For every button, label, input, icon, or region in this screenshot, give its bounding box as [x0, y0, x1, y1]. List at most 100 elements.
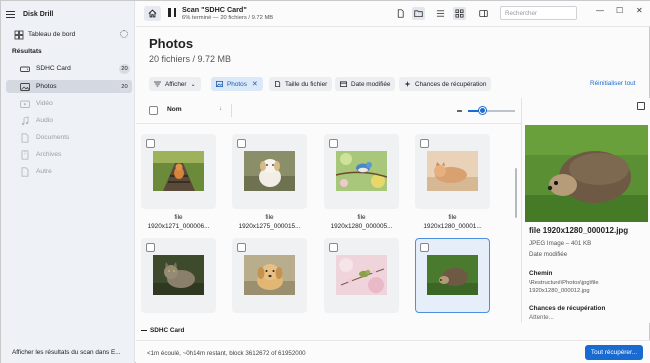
sort-down-icon[interactable]: ↓ [219, 106, 222, 112]
file-card[interactable]: file 1920x1280_00001... [415, 134, 490, 233]
cat-on-rails-thumbnail [153, 151, 204, 191]
page-title: Photos [149, 36, 194, 51]
sidebar-item-archives[interactable]: Archives [6, 148, 132, 161]
date-modified-filter[interactable]: Date modifiée [335, 77, 396, 91]
name-column-header[interactable]: Nom [167, 106, 182, 113]
sidebar-item-audio[interactable]: Audio [6, 114, 132, 127]
drive-group-label: SDHC Card [141, 327, 184, 334]
video-icon [20, 99, 30, 109]
sidebar-item-other[interactable]: Autre [6, 165, 132, 178]
zoom-out-icon[interactable] [457, 110, 462, 112]
sidebar-item-label: Audio [36, 117, 53, 124]
preview-file-type: JPEG Image – 401 KB [529, 240, 592, 247]
file-checkbox[interactable] [146, 139, 155, 148]
grid-view-button[interactable] [453, 7, 466, 20]
zoom-slider-thumb[interactable] [479, 107, 486, 114]
preview-pane-button[interactable] [477, 7, 490, 20]
file-checkbox[interactable] [329, 243, 338, 252]
pause-icon [168, 8, 171, 17]
reset-all-link[interactable]: Réinitialiser tout [590, 80, 635, 87]
file-card[interactable]: file 1920x1280_000005... [324, 134, 399, 233]
external-open-icon[interactable] [637, 102, 645, 110]
hedgehog-thumbnail [427, 255, 478, 295]
sidebar-item-label: Tableau de bord [28, 31, 76, 38]
drive-icon [20, 64, 30, 74]
file-card[interactable]: file 1920x1275_000015... [232, 134, 307, 233]
file-card[interactable]: file 1920x1271_000006... [141, 134, 216, 233]
file-checkbox[interactable] [237, 243, 246, 252]
scan-progress-text: 6% terminé — 20 fichiers / 9.72 MB [182, 15, 274, 21]
home-button[interactable] [144, 6, 161, 21]
pause-button[interactable] [168, 8, 176, 18]
chevron-down-icon: ⌄ [190, 81, 196, 88]
app-title: Disk Drill [23, 10, 54, 18]
panel-icon [479, 9, 488, 18]
sidebar-item-documents[interactable]: Documents [6, 131, 132, 144]
recovery-chances-filter[interactable]: Chances de récupération [399, 77, 492, 91]
select-all-checkbox[interactable] [149, 106, 158, 115]
loading-spinner-icon [120, 30, 128, 38]
sparkle-icon [404, 81, 411, 87]
file-checkbox[interactable] [329, 139, 338, 148]
dashboard-icon [14, 30, 24, 40]
puppy-thumbnail [244, 151, 295, 191]
blossom-bird-thumbnail [336, 255, 387, 295]
image-icon [216, 81, 223, 87]
menu-icon[interactable] [6, 10, 15, 19]
filter-label: Chances de récupération [415, 80, 487, 88]
preview-image [525, 125, 648, 222]
maximize-icon[interactable]: ☐ [616, 6, 623, 15]
file-card-selected[interactable] [415, 238, 490, 337]
file-card[interactable] [232, 238, 307, 337]
file-checkbox[interactable] [237, 139, 246, 148]
file-card[interactable] [141, 238, 216, 337]
column-divider[interactable] [231, 104, 232, 117]
scan-title: Scan "SDHC Card" [182, 5, 247, 14]
show-scan-results-button[interactable]: Afficher les résultats du scan dans E... [6, 345, 132, 359]
sidebar-item-label: Autre [36, 168, 52, 175]
photos-filter-chip[interactable]: Photos ✕ [211, 77, 263, 91]
sidebar-item-video[interactable]: Vidéo [6, 97, 132, 110]
file-checkbox[interactable] [420, 139, 429, 148]
close-icon[interactable]: ✕ [636, 6, 643, 15]
file-checkbox[interactable] [420, 243, 429, 252]
sidebar: Disk Drill Tableau de bord Résultats SDH… [1, 1, 135, 363]
file-name-line1: file [174, 214, 183, 221]
app-window: Disk Drill Tableau de bord Résultats SDH… [0, 0, 650, 363]
file-view-button[interactable] [394, 7, 407, 20]
sidebar-item-label: Vidéo [36, 100, 53, 107]
preview-date: Date modifiée [529, 251, 568, 258]
results-heading: Résultats [12, 48, 42, 55]
minimize-icon[interactable]: — [596, 6, 604, 15]
file-card[interactable] [324, 238, 399, 337]
recover-all-button[interactable]: Tout récupérer... [585, 345, 643, 360]
filter-label: Taille du fichier [285, 80, 328, 88]
sidebar-item-sdhc-card[interactable]: SDHC Card 20 [6, 62, 132, 75]
vertical-scrollbar[interactable] [515, 168, 517, 218]
document-icon [20, 132, 30, 143]
close-icon[interactable]: ✕ [252, 80, 258, 88]
filter-icon [154, 81, 161, 87]
sidebar-item-label: Photos [36, 83, 57, 90]
file-name-line2: 1920x1275_000015... [238, 223, 301, 230]
search-input[interactable]: Rechercher [500, 6, 577, 20]
sidebar-item-photos[interactable]: Photos 20 [6, 80, 132, 93]
file-name-line1: file [357, 214, 366, 221]
page-subtitle: 20 fichiers / 9.72 MB [149, 54, 232, 64]
toolbar: Scan "SDHC Card" 6% terminé — 20 fichier… [136, 1, 650, 27]
filter-label: Photos [227, 80, 247, 88]
folder-view-button[interactable] [412, 7, 425, 20]
show-filter-dropdown[interactable]: Afficher ⌄ [149, 77, 201, 91]
file-grid: Nom ↓ file 1920x1271_000006... file 1920… [136, 98, 521, 323]
count-badge: 20 [119, 63, 130, 74]
recovery-chances-heading: Chances de récupération [529, 305, 606, 312]
count-badge: 20 [119, 81, 130, 92]
archive-icon [20, 149, 30, 160]
list-view-button[interactable] [434, 7, 447, 20]
path-heading: Chemin [529, 270, 553, 277]
sidebar-item-dashboard[interactable]: Tableau de bord [6, 28, 132, 41]
path-value: \Restructuré\Photos\jpg\file 1920x1280_0… [529, 280, 599, 294]
file-checkbox[interactable] [146, 243, 155, 252]
file-size-filter[interactable]: Taille du fichier [269, 77, 333, 91]
file-name-line2: 1920x1280_000005... [330, 223, 393, 230]
